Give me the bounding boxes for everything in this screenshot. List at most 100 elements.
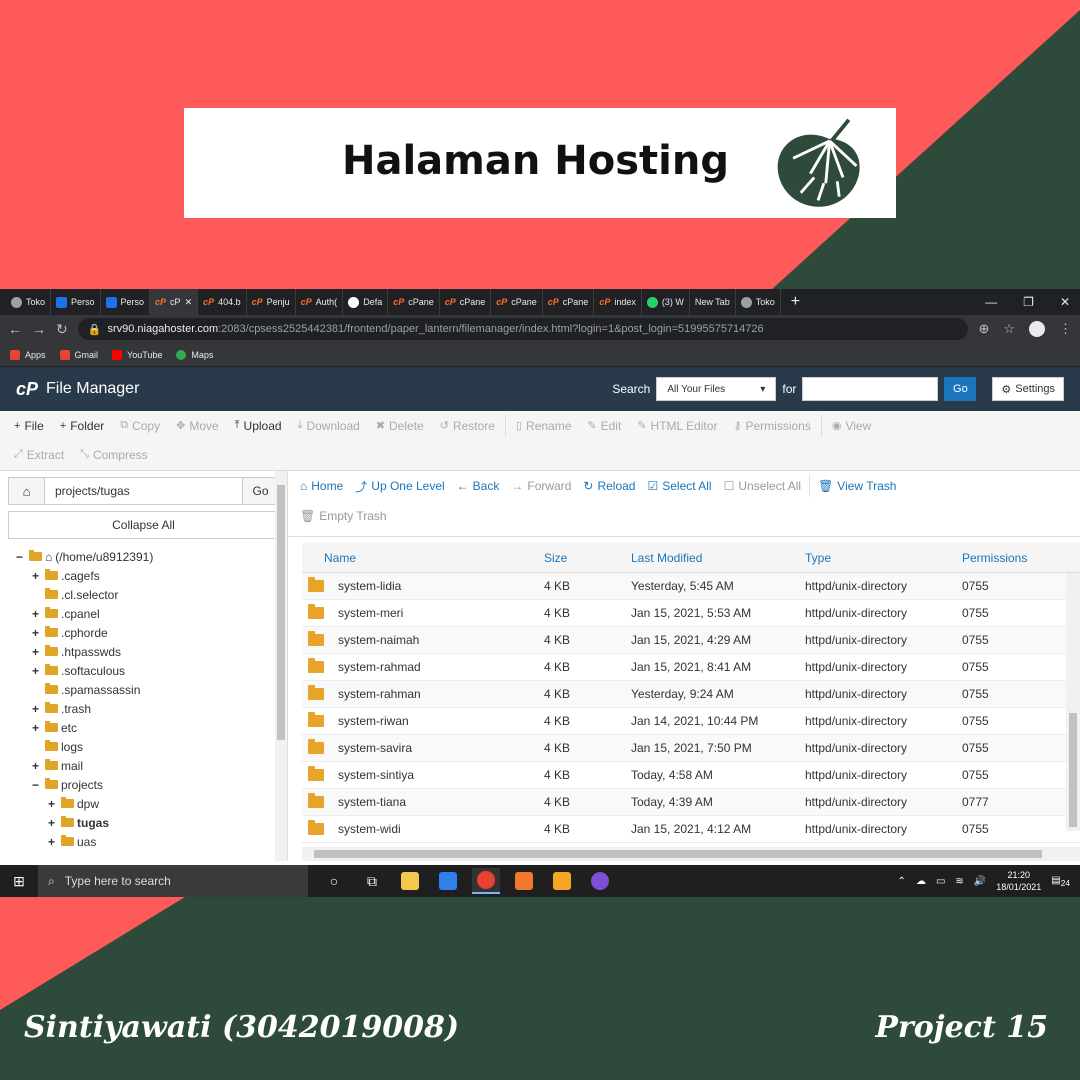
toolbar-compress-button[interactable]: ⤡ Compress <box>72 448 156 462</box>
expand-icon[interactable]: + <box>32 664 42 678</box>
bookmark-gmail[interactable]: Gmail <box>59 349 98 360</box>
nav-select-all-button[interactable]: ☑ Select All <box>641 479 717 493</box>
toolbar-copy-button[interactable]: ⧉ Copy <box>112 419 168 433</box>
tree-item[interactable]: + uas <box>8 832 279 851</box>
search-go-button[interactable]: Go <box>944 377 977 401</box>
toolbar-download-button[interactable]: ⤓ Download <box>290 419 368 433</box>
tree-item[interactable]: + .softaculous <box>8 661 279 680</box>
xampp-icon[interactable] <box>510 868 538 894</box>
header-type[interactable]: Type <box>805 551 962 565</box>
browser-tab[interactable]: Perso <box>101 289 151 315</box>
collapse-icon[interactable]: − <box>32 778 42 792</box>
tree-item[interactable]: + dpw <box>8 794 279 813</box>
cloud-icon[interactable]: ☁ <box>916 876 926 887</box>
path-go-button[interactable]: Go <box>242 478 278 504</box>
expand-icon[interactable]: + <box>48 797 58 811</box>
tree-item[interactable]: − projects <box>8 775 279 794</box>
nav-forward-button[interactable]: → Forward <box>505 479 577 493</box>
table-row[interactable]: system-widi 4 KB Jan 15, 2021, 4:12 AM http… <box>302 816 1080 843</box>
restore-icon[interactable]: ❐ <box>1023 295 1034 309</box>
browser-tab[interactable]: cP index <box>594 289 642 315</box>
expand-icon[interactable]: + <box>32 626 42 640</box>
toolbar-restore-button[interactable]: ↺ Restore <box>432 419 503 433</box>
chrome-icon[interactable] <box>472 868 500 894</box>
horizontal-scroll-thumb[interactable] <box>314 850 1042 858</box>
expand-icon[interactable]: + <box>32 721 42 735</box>
reload-icon[interactable]: ↻ <box>56 321 68 338</box>
table-row[interactable]: system-naimah 4 KB Jan 15, 2021, 4:29 AM ht… <box>302 627 1080 654</box>
table-row[interactable]: system-sintiya 4 KB Today, 4:58 AM httpd/un… <box>302 762 1080 789</box>
expand-icon[interactable]: + <box>32 702 42 716</box>
browser-tab[interactable]: Perso <box>51 289 101 315</box>
toolbar-file-button[interactable]: + File <box>6 419 52 433</box>
table-row[interactable]: system-savira 4 KB Jan 15, 2021, 7:50 PM ht… <box>302 735 1080 762</box>
bookmark-youtube[interactable]: YouTube <box>112 349 162 360</box>
toolbar-view-button[interactable]: ◉ View <box>824 419 879 433</box>
settings-button[interactable]: ⚙ Settings <box>992 377 1064 401</box>
search-input[interactable] <box>802 377 939 401</box>
tree-item[interactable]: − ⌂ (/home/u8912391) <box>8 547 279 566</box>
tree-item[interactable]: + .cphorde <box>8 623 279 642</box>
tab-close-icon[interactable]: ✕ <box>185 297 193 308</box>
toolbar-edit-button[interactable]: ✎ Edit <box>579 419 629 433</box>
close-icon[interactable]: ✕ <box>1060 295 1070 309</box>
browser-tab[interactable]: cP Auth( <box>296 289 344 315</box>
table-row[interactable]: system-lidia 4 KB Yesterday, 5:45 AM httpd/… <box>302 573 1080 600</box>
browser-tab[interactable]: Toko <box>736 289 781 315</box>
menu-dots-icon[interactable]: ⋮ <box>1059 321 1072 337</box>
nav-view-trash-button[interactable]: 🗑 View Trash <box>812 479 902 493</box>
header-name[interactable]: Name <box>302 551 544 565</box>
table-row[interactable]: system-rahmad 4 KB Jan 15, 2021, 8:41 AM ht… <box>302 654 1080 681</box>
table-row[interactable]: system-tiana 4 KB Today, 4:39 AM httpd/unix… <box>302 789 1080 816</box>
tree-item[interactable]: logs <box>8 737 279 756</box>
browser-tab[interactable]: cP 404.b <box>198 289 247 315</box>
back-arrow-icon[interactable]: ← <box>8 321 22 337</box>
header-modified[interactable]: Last Modified <box>631 551 805 565</box>
app-icon[interactable] <box>586 868 614 894</box>
file-list-scrollbar[interactable] <box>1066 573 1080 831</box>
browser-tab[interactable]: cP cP ✕ <box>150 289 199 315</box>
home-icon[interactable]: ⌂ <box>9 478 45 504</box>
tree-item[interactable]: + etc <box>8 718 279 737</box>
browser-tab[interactable]: cP cPane <box>491 289 543 315</box>
star-icon[interactable]: ☆ <box>1003 321 1015 337</box>
toolbar-extract-button[interactable]: ⤢ Extract <box>6 448 72 462</box>
tree-item[interactable]: + tugas <box>8 813 279 832</box>
collapse-icon[interactable]: − <box>16 550 26 564</box>
task-view-icon[interactable]: ⧉ <box>358 868 386 894</box>
browser-tab[interactable]: cP Penju <box>247 289 296 315</box>
expand-icon[interactable]: + <box>32 759 42 773</box>
bookmark-maps[interactable]: Maps <box>176 349 213 360</box>
battery-icon[interactable]: ▭ <box>936 876 945 887</box>
tree-item[interactable]: .spamassassin <box>8 680 279 699</box>
profile-avatar[interactable] <box>1029 321 1045 337</box>
tree-item[interactable]: .cl.selector <box>8 585 279 604</box>
notification-icon[interactable]: ▤24 <box>1051 875 1070 888</box>
horizontal-scrollbar[interactable] <box>302 847 1080 861</box>
taskbar-search[interactable]: ⌕ Type here to search <box>38 865 308 897</box>
zoom-icon[interactable]: ⊕ <box>978 321 989 337</box>
new-tab-button[interactable]: + <box>781 293 810 311</box>
header-permissions[interactable]: Permissions <box>962 551 1080 565</box>
table-row[interactable]: system-rahman 4 KB Yesterday, 9:24 AM httpd… <box>302 681 1080 708</box>
table-row[interactable]: system-meri 4 KB Jan 15, 2021, 5:53 AM http… <box>302 600 1080 627</box>
tree-scrollbar[interactable] <box>275 471 287 861</box>
search-scope-select[interactable]: All Your Files ▾ <box>656 377 777 401</box>
browser-tab[interactable]: cP cPane <box>388 289 440 315</box>
cortana-icon[interactable]: ○ <box>320 868 348 894</box>
expand-icon[interactable]: + <box>32 569 42 583</box>
nav-up-one-level-button[interactable]: ⤴ Up One Level <box>349 478 450 495</box>
browser-tab[interactable]: New Tab <box>690 289 736 315</box>
expand-icon[interactable]: + <box>48 835 58 849</box>
browser-tab[interactable]: Defa <box>343 289 389 315</box>
toolbar-permissions-button[interactable]: ⚷ Permissions <box>725 419 818 433</box>
expand-icon[interactable]: + <box>32 607 42 621</box>
expand-icon[interactable]: + <box>48 816 58 830</box>
volume-icon[interactable]: 🔊 <box>974 876 986 887</box>
tree-item[interactable]: + mail <box>8 756 279 775</box>
browser-tab[interactable]: Toko <box>6 289 52 315</box>
toolbar-folder-button[interactable]: + Folder <box>52 419 112 433</box>
browser-tab[interactable]: cP cPane <box>543 289 595 315</box>
sublime-text-icon[interactable] <box>548 868 576 894</box>
url-field[interactable]: 🔒 srv90.niagahoster.com:2083/cpsess25254… <box>77 318 969 340</box>
